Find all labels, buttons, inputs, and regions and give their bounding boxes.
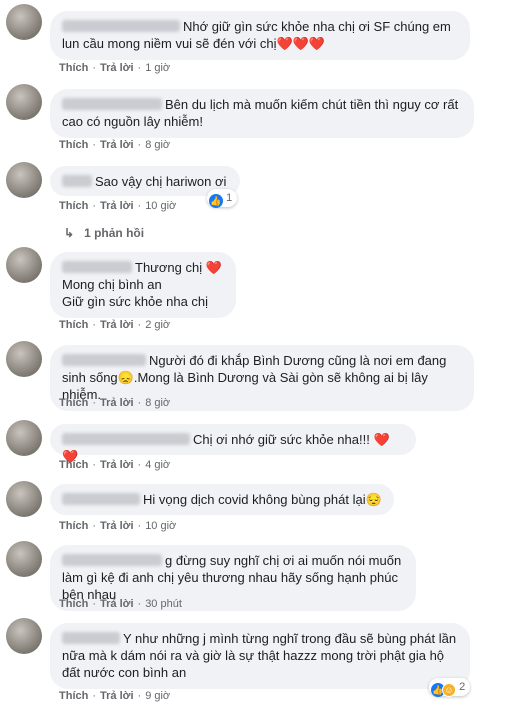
commenter-name-blurred[interactable] xyxy=(62,632,120,644)
comment-bubble: Chị ơi nhớ giữ sức khỏe nha!!! ❤️❤️ xyxy=(50,424,416,464)
comment-line: Giữ gìn sức khỏe nha chị xyxy=(62,294,209,309)
comment-bubble: Hi vọng dịch covid không bùng phát lại😔 xyxy=(50,484,394,515)
commenter-name-blurred[interactable] xyxy=(62,175,92,187)
like-button[interactable]: Thích xyxy=(59,598,88,610)
like-button[interactable]: Thích xyxy=(59,319,88,331)
timestamp[interactable]: 9 giờ xyxy=(145,690,170,702)
timestamp[interactable]: 1 giờ xyxy=(145,62,170,74)
view-replies-link[interactable]: ↳ 1 phản hồi xyxy=(64,226,144,240)
reply-button[interactable]: Trả lời xyxy=(100,598,134,610)
emoji: 😞 xyxy=(117,370,134,385)
comment-actions: Thích · Trả lời · 30 phút xyxy=(59,598,182,610)
comment-actions: Thích · Trả lời · 4 giờ xyxy=(59,459,171,471)
comment-text: Y như những j mình từng nghĩ trong đầu s… xyxy=(62,631,457,680)
reaction-count: 2 xyxy=(459,681,466,693)
avatar[interactable] xyxy=(6,420,42,456)
avatar[interactable] xyxy=(6,247,42,283)
timestamp[interactable]: 8 giờ xyxy=(145,397,170,409)
timestamp[interactable]: 10 giờ xyxy=(145,520,176,532)
comment-bubble: Y như những j mình từng nghĩ trong đầu s… xyxy=(50,623,470,689)
avatar[interactable] xyxy=(6,4,42,40)
reply-button[interactable]: Trả lời xyxy=(100,62,134,74)
comment-bubble: Nhớ giữ gìn sức khỏe nha chị ơi SF chúng… xyxy=(50,11,470,60)
comment-line: Mong chị bình an xyxy=(62,277,162,292)
reply-button[interactable]: Trả lời xyxy=(100,690,134,702)
comment-text: Hi vọng dịch covid không bùng phát lại xyxy=(143,492,366,507)
timestamp[interactable]: 4 giờ xyxy=(145,459,170,471)
reaction-summary[interactable]: 👍☺ 2 xyxy=(429,678,471,697)
like-button[interactable]: Thích xyxy=(59,690,88,702)
timestamp[interactable]: 30 phút xyxy=(145,598,182,610)
comment-bubble: Thương chị ❤️ Mong chị bình an Giữ gìn s… xyxy=(50,252,236,318)
commenter-name-blurred[interactable] xyxy=(62,433,190,445)
comment-bubble: Bên du lịch mà muốn kiếm chút tiền thì n… xyxy=(50,89,474,138)
comment-text: Thương chị xyxy=(135,260,203,275)
hearts-emoji: ❤️❤️❤️ xyxy=(276,36,326,51)
heart-emoji: ❤️ xyxy=(205,260,222,275)
timestamp[interactable]: 2 giờ xyxy=(145,319,170,331)
timestamp[interactable]: 8 giờ xyxy=(145,139,170,151)
reply-button[interactable]: Trả lời xyxy=(100,520,134,532)
reply-button[interactable]: Trả lời xyxy=(100,459,134,471)
avatar[interactable] xyxy=(6,481,42,517)
commenter-name-blurred[interactable] xyxy=(62,20,180,32)
comment-actions: Thích · Trả lời · 8 giờ xyxy=(59,139,171,151)
commenter-name-blurred[interactable] xyxy=(62,98,162,110)
comment-actions: Thích · Trả lời · 2 giờ xyxy=(59,319,171,331)
comment-actions: Thích · Trả lời · 8 giờ xyxy=(59,397,171,409)
reply-arrow-icon: ↳ xyxy=(64,226,75,240)
reaction-count: 1 xyxy=(226,192,233,204)
comment-actions: Thích · Trả lời · 10 giờ xyxy=(59,520,177,532)
like-button[interactable]: Thích xyxy=(59,520,88,532)
commenter-name-blurred[interactable] xyxy=(62,354,146,366)
comment-actions: Thích · Trả lời · 9 giờ xyxy=(59,690,171,702)
comment-text: Sao vậy chị hariwon ơi xyxy=(95,174,227,189)
commenter-name-blurred[interactable] xyxy=(62,554,162,566)
comment-actions: Thích · Trả lời · 1 giờ xyxy=(59,62,171,74)
reply-button[interactable]: Trả lời xyxy=(100,319,134,331)
like-button[interactable]: Thích xyxy=(59,459,88,471)
like-button[interactable]: Thích xyxy=(59,200,88,212)
like-button[interactable]: Thích xyxy=(59,397,88,409)
avatar[interactable] xyxy=(6,541,42,577)
reply-button[interactable]: Trả lời xyxy=(100,397,134,409)
comment-actions: Thích · Trả lời · 10 giờ xyxy=(59,200,177,212)
comment-text: Chị ơi nhớ giữ sức khỏe nha!!! xyxy=(193,432,370,447)
reaction-summary[interactable]: 👍 1 xyxy=(207,189,238,208)
like-icon: 👍 xyxy=(209,194,223,208)
avatar[interactable] xyxy=(6,84,42,120)
like-button[interactable]: Thích xyxy=(59,139,88,151)
avatar[interactable] xyxy=(6,341,42,377)
reply-button[interactable]: Trả lời xyxy=(100,139,134,151)
commenter-name-blurred[interactable] xyxy=(62,493,140,505)
like-button[interactable]: Thích xyxy=(59,62,88,74)
timestamp[interactable]: 10 giờ xyxy=(145,200,176,212)
emoji: 😔 xyxy=(365,492,382,507)
avatar[interactable] xyxy=(6,618,42,654)
avatar[interactable] xyxy=(6,162,42,198)
commenter-name-blurred[interactable] xyxy=(62,261,132,273)
reply-button[interactable]: Trả lời xyxy=(100,200,134,212)
care-icon: ☺ xyxy=(442,683,456,697)
